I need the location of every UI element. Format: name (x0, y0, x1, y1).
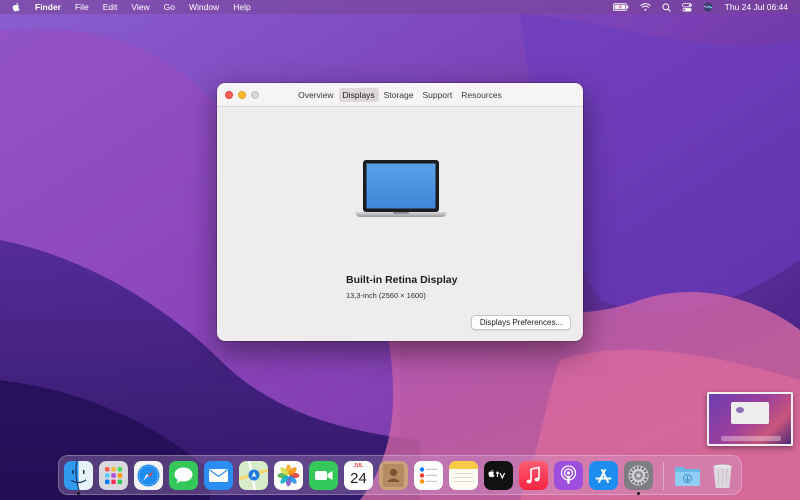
trash-icon[interactable] (708, 461, 737, 490)
displays-preferences-button[interactable]: Displays Preferences... (471, 315, 571, 330)
menu-window[interactable]: Window (189, 2, 219, 12)
siri-icon[interactable] (703, 2, 713, 12)
traffic-lights (225, 91, 264, 99)
contacts-icon[interactable] (379, 461, 408, 490)
notes-icon[interactable] (449, 461, 478, 490)
close-button[interactable] (225, 91, 233, 99)
screenshot-thumbnail[interactable] (707, 392, 793, 446)
menu-view[interactable]: View (131, 2, 149, 12)
mail-icon[interactable] (204, 461, 233, 490)
control-center-icon[interactable] (681, 2, 692, 12)
dock: JUL 24 (58, 455, 742, 495)
menu-file[interactable]: File (75, 2, 89, 12)
calendar-day: 24 (350, 470, 367, 487)
menu-bar: Finder File Edit View Go Window Help Thu… (0, 0, 800, 14)
calendar-icon[interactable]: JUL 24 (344, 461, 373, 490)
tab-bar: Overview Displays Storage Support Resour… (294, 87, 507, 102)
display-spec: 13,3-inch (2560 × 1600) (346, 291, 426, 300)
safari-icon[interactable] (134, 461, 163, 490)
tab-storage[interactable]: Storage (380, 88, 418, 102)
apple-tv-icon[interactable] (484, 461, 513, 490)
laptop-display-icon (355, 160, 447, 217)
menubar-clock[interactable]: Thu 24 Jul 06:44 (725, 2, 788, 12)
dock-separator (663, 462, 664, 490)
system-preferences-icon[interactable] (624, 461, 653, 490)
menu-app-name[interactable]: Finder (35, 2, 61, 12)
photos-icon[interactable] (274, 461, 303, 490)
maps-icon[interactable] (239, 461, 268, 490)
system-preferences-running-indicator (637, 492, 640, 495)
about-this-mac-window: Overview Displays Storage Support Resour… (217, 83, 583, 341)
wifi-icon[interactable] (639, 3, 651, 11)
calendar-month: JUL (353, 463, 364, 469)
zoom-button[interactable] (251, 91, 259, 99)
thumbnail-logo (736, 407, 744, 413)
downloads-folder-icon[interactable] (673, 461, 702, 490)
menu-help[interactable]: Help (233, 2, 250, 12)
finder-icon[interactable] (64, 461, 93, 490)
reminders-icon[interactable] (414, 461, 443, 490)
facetime-icon[interactable] (309, 461, 338, 490)
thumbnail-window (731, 402, 769, 424)
apple-menu-icon[interactable] (12, 2, 21, 12)
battery-icon[interactable] (612, 3, 629, 11)
displays-panel: Built-in Retina Display 13,3-inch (2560 … (217, 107, 583, 341)
display-name: Built-in Retina Display (346, 274, 458, 286)
music-icon[interactable] (519, 461, 548, 490)
launchpad-icon[interactable] (99, 461, 128, 490)
finder-running-indicator (77, 492, 80, 495)
tab-displays[interactable]: Displays (338, 87, 379, 102)
menu-go[interactable]: Go (164, 2, 175, 12)
thumbnail-dock (721, 436, 781, 441)
podcasts-icon[interactable] (554, 461, 583, 490)
spotlight-search-icon[interactable] (662, 2, 671, 12)
tab-support[interactable]: Support (418, 88, 456, 102)
tab-resources[interactable]: Resources (457, 88, 506, 102)
window-titlebar[interactable]: Overview Displays Storage Support Resour… (217, 83, 583, 107)
menu-edit[interactable]: Edit (103, 2, 118, 12)
app-store-icon[interactable] (589, 461, 618, 490)
messages-icon[interactable] (169, 461, 198, 490)
tab-overview[interactable]: Overview (294, 88, 337, 102)
minimize-button[interactable] (238, 91, 246, 99)
